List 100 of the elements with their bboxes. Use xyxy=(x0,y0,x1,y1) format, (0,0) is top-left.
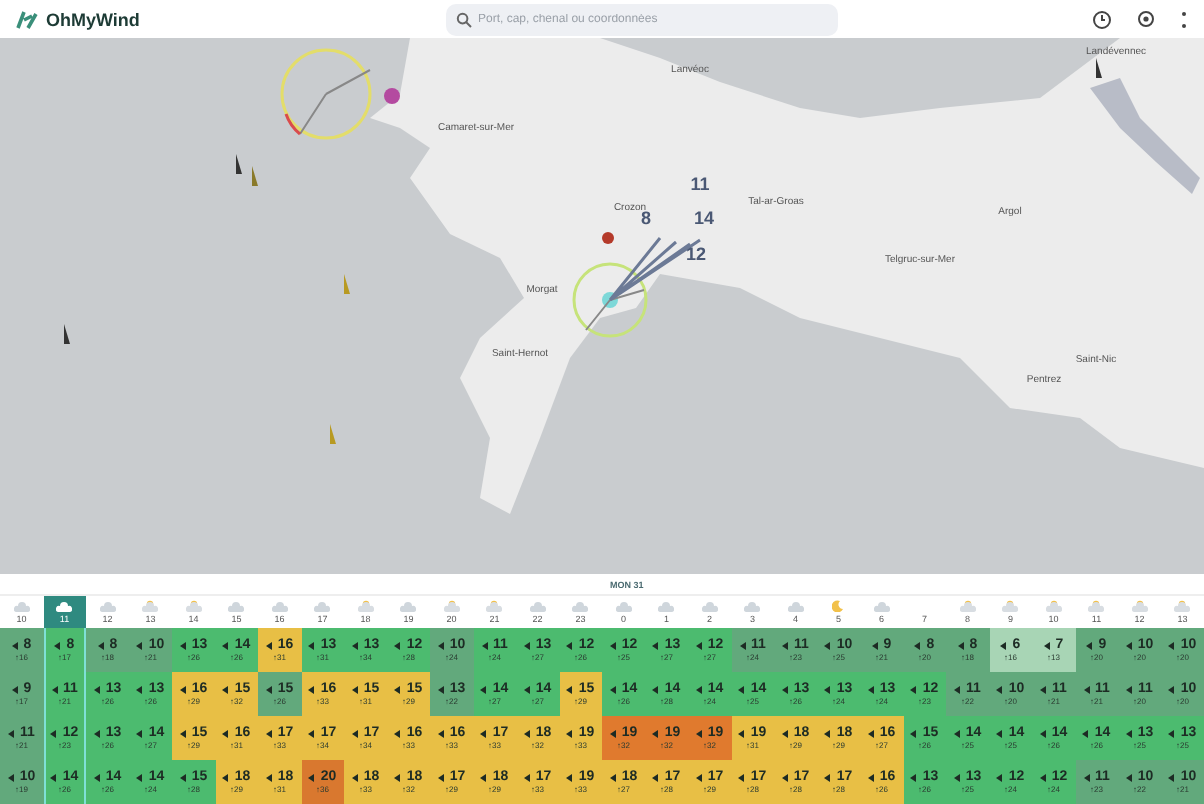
sun-cloud-icon xyxy=(1045,600,1062,612)
arrow-icon xyxy=(179,773,190,781)
arrow-icon xyxy=(695,685,706,693)
cloud-icon xyxy=(400,601,417,611)
arrow-icon xyxy=(910,773,921,781)
sun-cloud-icon xyxy=(443,600,460,612)
arrow-icon xyxy=(910,729,921,737)
arrow-icon xyxy=(1083,685,1094,693)
arrow-icon xyxy=(308,729,319,737)
arrow-icon xyxy=(93,773,104,781)
arrow-icon xyxy=(824,773,835,781)
arrow-icon xyxy=(1039,773,1050,781)
cloud-icon xyxy=(529,601,546,611)
cloud-icon xyxy=(314,601,331,611)
arrow-icon xyxy=(136,729,147,737)
arrow-icon xyxy=(136,641,147,649)
arrow-icon xyxy=(996,773,1007,781)
wind-rose-drawing xyxy=(572,262,648,338)
arrow-icon xyxy=(265,773,276,781)
arrow-icon xyxy=(957,641,968,649)
arrow-icon xyxy=(1043,641,1054,649)
arrow-icon xyxy=(93,685,104,693)
cloud-icon xyxy=(873,601,890,611)
spot-marker xyxy=(602,232,614,244)
arrow-icon xyxy=(781,685,792,693)
sun-cloud-icon xyxy=(185,600,202,612)
arrow-icon xyxy=(739,641,750,649)
arrow-icon xyxy=(1126,685,1137,693)
arrow-icon xyxy=(308,641,319,649)
arrow-icon xyxy=(609,641,620,649)
arrow-icon xyxy=(97,641,108,649)
wind-direction-lines xyxy=(608,236,702,302)
arrow-icon xyxy=(394,773,405,781)
sun-cloud-icon xyxy=(1002,600,1019,612)
arrow-icon xyxy=(93,729,104,737)
arrow-icon xyxy=(1000,641,1011,649)
arrow-icon xyxy=(1083,773,1094,781)
arrow-icon xyxy=(136,685,147,693)
arrow-icon xyxy=(996,685,1007,693)
arrow-icon xyxy=(824,729,835,737)
arrow-icon xyxy=(50,729,61,737)
wind-speed-label: 12 xyxy=(686,244,706,264)
arrow-icon xyxy=(11,641,22,649)
search-icon xyxy=(456,11,472,27)
arrow-icon xyxy=(609,773,620,781)
arrow-icon xyxy=(179,641,190,649)
arrow-icon xyxy=(351,729,362,737)
clock-icon[interactable] xyxy=(1092,9,1112,29)
sun-cloud-icon xyxy=(1088,600,1105,612)
arrow-icon xyxy=(1168,641,1179,649)
arrow-icon xyxy=(265,729,276,737)
cloud-icon xyxy=(787,601,804,611)
arrow-icon xyxy=(652,641,663,649)
arrow-icon xyxy=(308,685,319,693)
arrow-icon xyxy=(652,729,663,737)
arrow-icon xyxy=(51,685,62,693)
sun-cloud-icon xyxy=(357,600,374,612)
buoy-icon xyxy=(330,424,336,444)
arrow-icon xyxy=(1125,773,1136,781)
arrow-icon xyxy=(222,729,233,737)
arrow-icon xyxy=(867,685,878,693)
logo-icon xyxy=(16,9,40,29)
wind-rose-drawing xyxy=(280,48,372,140)
arrow-icon xyxy=(8,729,19,737)
more-icon[interactable] xyxy=(1180,9,1188,29)
arrow-icon xyxy=(222,773,233,781)
arrow-icon xyxy=(910,685,921,693)
arrow-icon xyxy=(480,685,491,693)
arrow-icon xyxy=(1168,685,1179,693)
sun-cloud-icon xyxy=(959,600,976,612)
arrow-icon xyxy=(609,729,620,737)
logo-text[interactable]: OhMyWind xyxy=(46,9,140,29)
arrow-icon xyxy=(609,685,620,693)
arrow-icon xyxy=(222,641,233,649)
arrow-icon xyxy=(1040,685,1051,693)
arrow-icon xyxy=(867,729,878,737)
arrow-icon xyxy=(781,773,792,781)
arrow-icon xyxy=(523,685,534,693)
buoy-icon xyxy=(1096,58,1102,78)
arrow-icon xyxy=(1086,641,1097,649)
arrow-icon xyxy=(136,773,147,781)
arrow-icon xyxy=(308,773,319,781)
arrow-icon xyxy=(54,641,65,649)
arrow-icon xyxy=(1039,729,1050,737)
arrow-icon xyxy=(1125,641,1136,649)
arrow-icon xyxy=(1082,729,1093,737)
arrow-icon xyxy=(351,773,362,781)
cloud-icon xyxy=(13,601,30,611)
arrow-icon xyxy=(222,685,233,693)
cloud-icon xyxy=(701,601,718,611)
arrow-icon xyxy=(871,641,882,649)
arrow-icon xyxy=(7,773,18,781)
arrow-icon xyxy=(566,729,577,737)
arrow-icon xyxy=(867,773,878,781)
arrow-icon xyxy=(695,641,706,649)
arrow-icon xyxy=(523,641,534,649)
arrow-icon xyxy=(1125,729,1136,737)
pin-icon[interactable] xyxy=(1136,9,1156,29)
arrow-icon xyxy=(738,685,749,693)
arrow-icon xyxy=(480,773,491,781)
